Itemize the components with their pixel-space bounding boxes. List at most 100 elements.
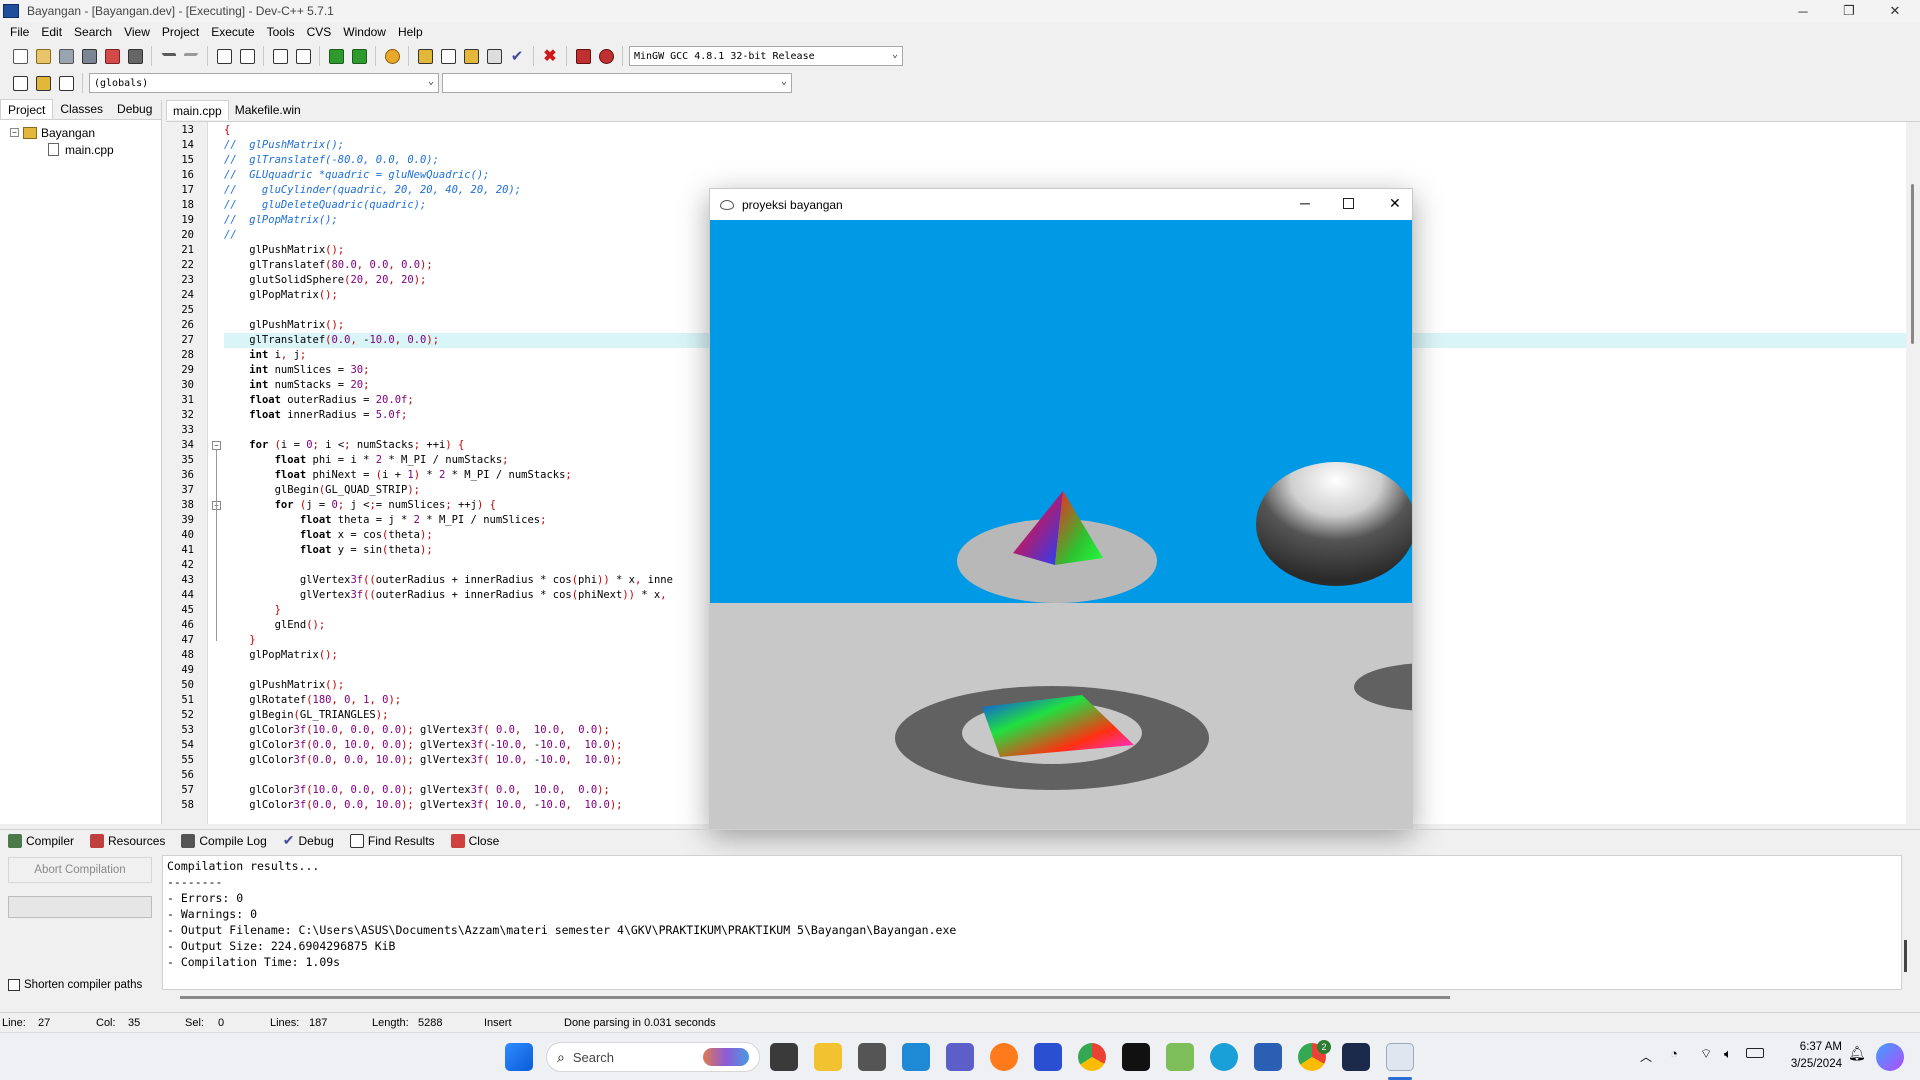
menu-edit[interactable]: Edit bbox=[35, 25, 68, 39]
insert-icon[interactable] bbox=[10, 73, 30, 93]
word-icon[interactable] bbox=[1254, 1043, 1282, 1071]
toggle-comment-icon[interactable] bbox=[382, 46, 402, 66]
shorten-paths-option[interactable]: Shorten compiler paths bbox=[8, 979, 142, 991]
close-button[interactable]: ✕ bbox=[1872, 0, 1918, 22]
volume-icon[interactable]: 🔈︎ bbox=[1724, 1046, 1732, 1062]
menu-window[interactable]: Window bbox=[337, 25, 392, 39]
goto-line-icon[interactable] bbox=[270, 46, 290, 66]
shorten-paths-checkbox[interactable] bbox=[8, 979, 20, 991]
battery-icon[interactable] bbox=[1746, 1048, 1764, 1058]
wifi-icon[interactable]: ⌔ bbox=[1700, 1046, 1712, 1062]
glut-taskbar-icon[interactable] bbox=[1386, 1043, 1414, 1071]
close-file-icon[interactable] bbox=[102, 46, 122, 66]
bookmark-icon[interactable] bbox=[293, 46, 313, 66]
glut-minimize-button[interactable]: ─ bbox=[1300, 195, 1310, 211]
menu-tools[interactable]: Tools bbox=[261, 25, 301, 39]
new-file-icon[interactable] bbox=[10, 46, 30, 66]
print-icon[interactable] bbox=[125, 46, 145, 66]
tab-resources[interactable]: Resources bbox=[82, 830, 173, 852]
vscode-icon[interactable] bbox=[902, 1043, 930, 1071]
line-number: 15 bbox=[181, 154, 194, 166]
compile-run-icon[interactable] bbox=[461, 46, 481, 66]
tab-main-cpp[interactable]: main.cpp bbox=[166, 100, 229, 120]
unindent-icon[interactable] bbox=[349, 46, 369, 66]
find-icon[interactable] bbox=[214, 46, 234, 66]
app-icon[interactable] bbox=[1034, 1043, 1062, 1071]
rebuild-all-icon[interactable] bbox=[484, 46, 504, 66]
tab-compiler[interactable]: Compiler bbox=[0, 830, 82, 852]
restore-button[interactable]: ❐ bbox=[1826, 0, 1872, 22]
menu-execute[interactable]: Execute bbox=[205, 25, 260, 39]
clock-time[interactable]: 6:37 AM bbox=[1782, 1041, 1842, 1053]
scope-select[interactable]: (globals) ⌄ bbox=[89, 73, 439, 93]
editor-scrollbar[interactable] bbox=[1906, 122, 1920, 824]
start-icon[interactable] bbox=[505, 1043, 533, 1071]
chrome-icon[interactable] bbox=[1078, 1043, 1106, 1071]
tab-compile-log[interactable]: Compile Log bbox=[173, 830, 274, 852]
menu-view[interactable]: View bbox=[118, 25, 156, 39]
mingw-icon[interactable] bbox=[1122, 1043, 1150, 1071]
open-file-icon[interactable] bbox=[33, 46, 53, 66]
app-cube-icon[interactable] bbox=[858, 1043, 886, 1071]
goto-definition-icon[interactable] bbox=[56, 73, 76, 93]
glut-maximize-button[interactable] bbox=[1343, 198, 1354, 209]
firefox-icon[interactable] bbox=[990, 1043, 1018, 1071]
menu-help[interactable]: Help bbox=[392, 25, 429, 39]
glut-close-button[interactable]: ✕ bbox=[1389, 195, 1401, 212]
tray-chevron-icon[interactable]: ︿ bbox=[1640, 1048, 1652, 1065]
tab-project[interactable]: Project bbox=[0, 99, 54, 119]
tree-file-node[interactable]: main.cpp bbox=[10, 141, 161, 158]
line-number: 48 bbox=[181, 649, 194, 661]
tab-find-results[interactable]: Find Results bbox=[342, 830, 443, 852]
run-icon[interactable] bbox=[438, 46, 458, 66]
menu-cvs[interactable]: CVS bbox=[301, 25, 338, 39]
compiler-select[interactable]: MinGW GCC 4.8.1 32-bit Release ⌄ bbox=[629, 46, 903, 66]
opengl-viewport[interactable] bbox=[710, 220, 1412, 829]
menu-project[interactable]: Project bbox=[156, 25, 205, 39]
code-line[interactable]: // GLUquadric *quadric = gluNewQuadric()… bbox=[224, 168, 1906, 183]
compile-log-output[interactable]: Compilation results... -------- - Errors… bbox=[162, 855, 1902, 990]
code-line[interactable]: // glPushMatrix(); bbox=[224, 138, 1906, 153]
code-line[interactable]: // glTranslatef(-80.0, 0.0, 0.0); bbox=[224, 153, 1906, 168]
tab-debug[interactable]: Debug bbox=[110, 99, 159, 119]
output-hscrollbar-thumb[interactable] bbox=[180, 996, 1450, 999]
tab-debug-bottom[interactable]: ✔ Debug bbox=[275, 830, 342, 852]
fold-toggle-icon[interactable]: − bbox=[212, 441, 221, 450]
stop-execution-icon[interactable]: ✖ bbox=[540, 46, 560, 66]
taskbar-search[interactable]: ⌕ Search bbox=[546, 1042, 760, 1072]
teams-icon[interactable] bbox=[946, 1043, 974, 1071]
minimize-button[interactable]: ─ bbox=[1780, 0, 1826, 22]
devcpp-taskbar-icon[interactable] bbox=[1342, 1043, 1370, 1071]
function-select[interactable]: ⌄ bbox=[442, 73, 792, 93]
copilot-icon[interactable] bbox=[1876, 1043, 1904, 1071]
compile-icon[interactable] bbox=[415, 46, 435, 66]
notification-bell-icon[interactable]: 🔔︎ bbox=[1848, 1045, 1866, 1062]
menu-search[interactable]: Search bbox=[68, 25, 118, 39]
goto-declaration-icon[interactable] bbox=[33, 73, 53, 93]
file-explorer-icon[interactable] bbox=[814, 1043, 842, 1071]
menu-file[interactable]: File bbox=[4, 25, 35, 39]
tab-makefile[interactable]: Makefile.win bbox=[229, 100, 307, 120]
indent-icon[interactable] bbox=[326, 46, 346, 66]
replace-icon[interactable] bbox=[237, 46, 257, 66]
collapse-icon[interactable]: − bbox=[10, 128, 19, 137]
debug-icon[interactable] bbox=[596, 46, 616, 66]
redo-icon[interactable] bbox=[181, 46, 201, 66]
save-all-icon[interactable] bbox=[79, 46, 99, 66]
output-scrollbar-thumb[interactable] bbox=[1904, 940, 1907, 972]
edge-icon[interactable] bbox=[1210, 1043, 1238, 1071]
calculator-icon[interactable] bbox=[1166, 1043, 1194, 1071]
scrollbar-thumb[interactable] bbox=[1911, 184, 1914, 344]
undo-icon[interactable] bbox=[158, 46, 178, 66]
syntax-check-icon[interactable]: ✔ bbox=[507, 46, 527, 66]
clock-date[interactable]: 3/25/2024 bbox=[1782, 1058, 1842, 1070]
tab-close[interactable]: Close bbox=[443, 830, 508, 852]
abort-compilation-button[interactable]: Abort Compilation bbox=[8, 857, 152, 883]
task-view-icon[interactable] bbox=[770, 1043, 798, 1071]
tray-network-icon[interactable]: ◔ bbox=[1670, 1046, 1678, 1061]
code-line[interactable]: { bbox=[224, 123, 1906, 138]
tree-project-node[interactable]: − Bayangan bbox=[10, 124, 161, 141]
tab-classes[interactable]: Classes bbox=[53, 99, 110, 119]
profile-icon[interactable] bbox=[573, 46, 593, 66]
save-icon[interactable] bbox=[56, 46, 76, 66]
